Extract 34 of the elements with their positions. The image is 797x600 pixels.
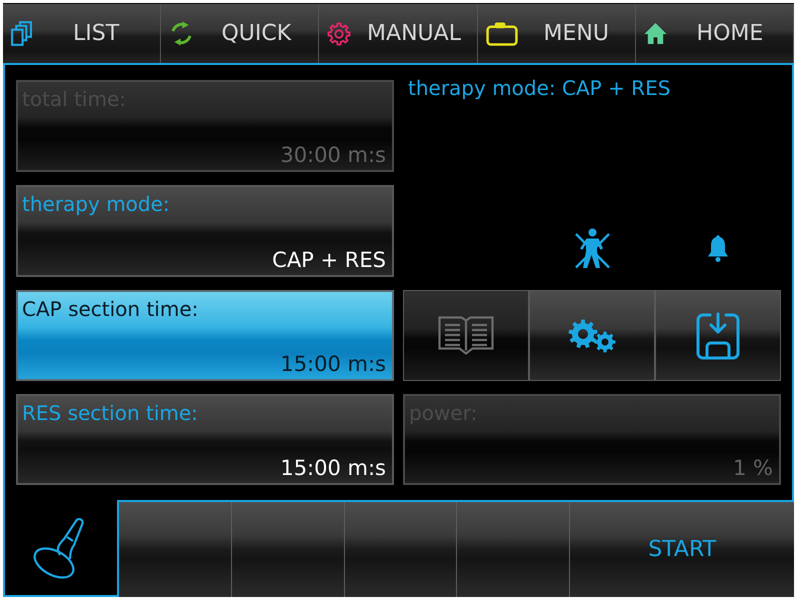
parameter-label: RES section time: [22,401,198,425]
circular-arrows-icon [169,21,194,46]
parameter-tile[interactable]: RES section time: 15:00 m:s [16,394,394,485]
settings-button[interactable] [529,290,655,381]
parameter-label: therapy mode: [22,192,170,216]
clipboard-icon [486,21,518,46]
parameter-value: 30:00 m:s [280,143,386,167]
applicator-tab[interactable] [3,500,117,597]
soft-key[interactable] [344,502,458,597]
nav-tab[interactable]: QUICK [161,4,320,63]
parameter-value: 1 % [733,456,773,480]
parameter-value: 15:00 m:s [280,352,386,376]
soft-key[interactable] [232,502,345,597]
nav-tab[interactable]: HOME [636,4,794,63]
parameter-tile[interactable]: CAP section time: 15:00 m:s [16,290,394,381]
gear-icon [327,22,352,46]
book-icon [438,316,494,355]
bell-icon [706,234,730,263]
mode-status-text: therapy mode: CAP + RES [408,76,670,100]
home-icon [644,22,667,45]
soft-key[interactable] [457,502,570,597]
parameter-value: 15:00 m:s [280,456,386,480]
parameter-tile[interactable]: therapy mode: CAP + RES [16,185,394,277]
nav-tab[interactable]: MENU [478,4,636,63]
crossed-person-icon [574,228,610,269]
start-button[interactable]: START [570,502,794,597]
save-icon [696,312,740,360]
pages-icon [11,21,32,46]
nav-tab[interactable]: MANUAL [319,4,478,63]
parameter-label: CAP section time: [22,297,198,321]
save-button[interactable] [655,290,781,381]
gears-icon [568,318,616,352]
parameter-value: CAP + RES [272,248,386,272]
nav-tab[interactable]: LIST [3,4,162,63]
